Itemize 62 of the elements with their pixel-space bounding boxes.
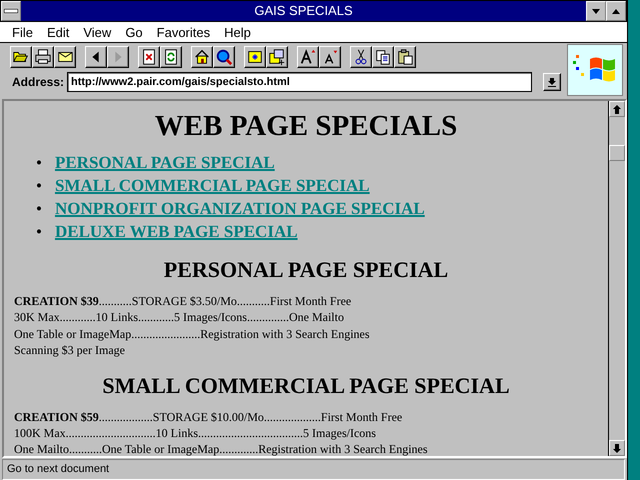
price-line: 30K Max............10 Links............5 Images/Icons..............One Mailto bbox=[14, 309, 345, 326]
scroll-down-button[interactable] bbox=[609, 440, 625, 456]
scroll-up-button[interactable] bbox=[609, 101, 625, 117]
home-button[interactable] bbox=[191, 46, 213, 68]
down-arrow-icon bbox=[548, 78, 556, 86]
scroll-thumb[interactable] bbox=[609, 145, 625, 161]
refresh-icon bbox=[162, 48, 180, 66]
back-button[interactable] bbox=[85, 46, 107, 68]
paste-icon bbox=[396, 48, 414, 66]
down-triangle-icon bbox=[592, 8, 600, 14]
add-favorite-button[interactable] bbox=[266, 46, 288, 68]
font-larger-button[interactable] bbox=[297, 46, 319, 68]
up-triangle-icon bbox=[612, 8, 620, 14]
section-heading: SMALL COMMERCIAL PAGE SPECIAL bbox=[101, 372, 511, 399]
page-x-icon bbox=[140, 48, 158, 66]
menu-item[interactable]: View bbox=[77, 24, 120, 40]
bullet: • bbox=[36, 198, 42, 220]
price-line: CREATION $59..................STORAGE $10.00/Mo...................First Month Free bbox=[14, 408, 404, 426]
bar-icon bbox=[4, 9, 18, 13]
maximize-button[interactable] bbox=[606, 1, 626, 21]
price-line: 100K Max..............................10 Links...................................5 Images/Icons bbox=[14, 425, 377, 442]
copy-icon bbox=[374, 48, 392, 66]
address-field[interactable]: http://www2.pair.com/gais/specialsto.html bbox=[67, 72, 532, 92]
mail-button[interactable] bbox=[54, 46, 76, 68]
price-line: One Mailto...........One Table or ImageMap.............Registration with 3 Search Engines bbox=[14, 441, 429, 456]
menu-item[interactable]: Edit bbox=[40, 24, 78, 40]
window-title: GAIS SPECIALS bbox=[253, 2, 354, 20]
paste-button[interactable] bbox=[394, 46, 416, 68]
price-line: One Table or ImageMap.......................Registration with 3 Search Engines bbox=[14, 326, 371, 342]
bullet: • bbox=[36, 221, 42, 243]
down-arrow-icon bbox=[613, 444, 621, 452]
copy-button[interactable] bbox=[372, 46, 394, 68]
menu-item[interactable]: File bbox=[6, 24, 41, 40]
font-smaller-button[interactable] bbox=[319, 46, 341, 68]
waving-flag-logo bbox=[567, 44, 623, 96]
address-dropdown-button[interactable] bbox=[543, 73, 561, 91]
menu-item[interactable]: Favorites bbox=[150, 24, 218, 40]
stop-button[interactable] bbox=[138, 46, 160, 68]
section-heading: PERSONAL PAGE SPECIAL bbox=[162, 257, 450, 283]
refresh-button[interactable] bbox=[160, 46, 182, 68]
price-line: CREATION $39...........STORAGE $3.50/Mo...........First Month Free bbox=[14, 293, 352, 310]
open-button[interactable] bbox=[10, 46, 32, 68]
status-text: Go to next document bbox=[2, 459, 625, 480]
cut-button[interactable] bbox=[350, 46, 372, 68]
page-heading: WEB PAGE SPECIALS bbox=[154, 109, 458, 143]
menu-item[interactable]: Help bbox=[218, 24, 259, 40]
add-folder-icon bbox=[268, 48, 286, 66]
home-icon bbox=[193, 48, 211, 66]
bullet: • bbox=[36, 175, 42, 197]
font-larger-icon bbox=[299, 48, 317, 66]
search-button[interactable] bbox=[213, 46, 235, 68]
menu-item[interactable]: Go bbox=[119, 24, 151, 40]
printer-icon bbox=[34, 48, 52, 66]
price-line: Scanning $3 per Image bbox=[14, 342, 126, 359]
print-button[interactable] bbox=[32, 46, 54, 68]
minimize-button[interactable] bbox=[586, 1, 606, 21]
system-menu-button[interactable] bbox=[1, 1, 21, 21]
up-arrow-icon bbox=[613, 104, 621, 114]
address-label: Address: bbox=[12, 75, 64, 89]
search-icon bbox=[215, 48, 233, 66]
bullet: • bbox=[36, 152, 42, 174]
favorites-button[interactable] bbox=[244, 46, 266, 68]
